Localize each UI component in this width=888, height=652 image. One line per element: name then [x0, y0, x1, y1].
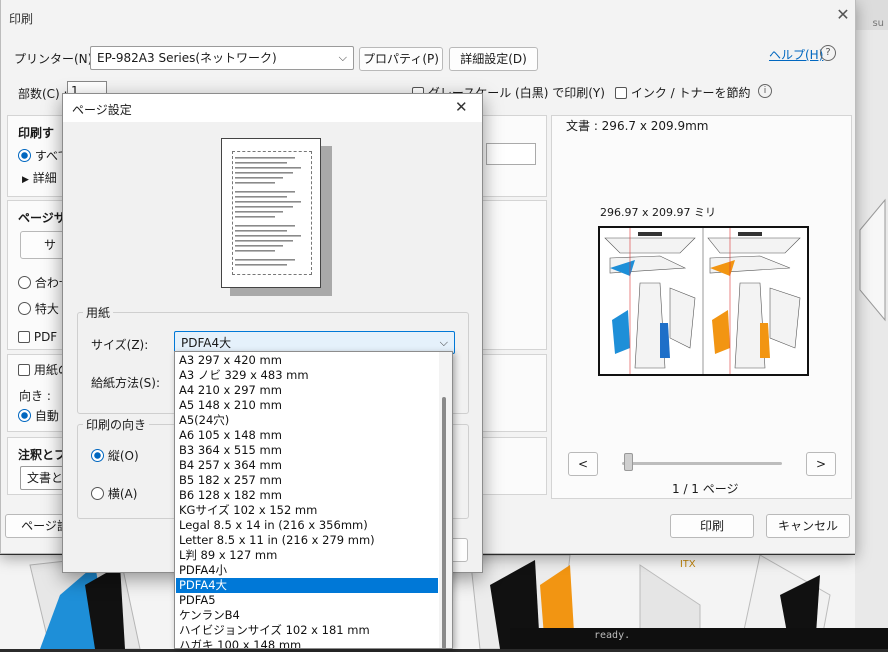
size-option[interactable]: KGサイズ 102 x 152 mm	[176, 503, 438, 518]
advanced-settings-button[interactable]: 詳細設定(D)	[449, 47, 538, 71]
size-option[interactable]: Letter 8.5 x 11 in (216 x 279 mm)	[176, 533, 438, 548]
print-button[interactable]: 印刷	[670, 514, 754, 538]
close-icon[interactable]: ✕	[455, 98, 468, 116]
printer-select[interactable]: EP-982A3 Series(ネットワーク) ⌵	[90, 46, 354, 70]
ink-save-label: インク / トナーを節約	[630, 86, 751, 100]
background-top-strip: su	[855, 0, 888, 30]
auto-label: 自動	[34, 409, 59, 423]
size-option[interactable]: A6 105 x 148 mm	[176, 428, 438, 443]
paper-checkbox[interactable]	[18, 364, 30, 376]
size-option[interactable]: B4 257 x 364 mm	[176, 458, 438, 473]
portrait-label: 縦(O)	[107, 449, 139, 463]
size-option[interactable]: A3 ノビ 329 x 483 mm	[176, 368, 438, 383]
auto-radio[interactable]	[18, 409, 31, 422]
landscape-option[interactable]: 横(A)	[91, 485, 137, 502]
dropdown-scrollbar-thumb[interactable]	[442, 397, 446, 648]
help-icon[interactable]: ?	[820, 45, 836, 61]
cancel-button[interactable]: キャンセル	[766, 514, 850, 538]
size-option[interactable]: A3 297 x 420 mm	[176, 353, 438, 368]
size-option[interactable]: L判 89 x 127 mm	[176, 548, 438, 563]
details-label: 詳細	[32, 171, 57, 185]
size-option[interactable]: PDFA4小	[176, 563, 438, 578]
copies-label: 部数(C) :	[18, 87, 68, 101]
size-label: サイズ(Z):	[91, 338, 149, 352]
print-preview	[598, 226, 809, 376]
ink-save-option[interactable]: インク / トナーを節約	[615, 84, 751, 101]
size-select-value: PDFA4大	[181, 336, 232, 350]
large-label: 特大	[34, 302, 59, 316]
page-count: 1 / 1 ページ	[672, 482, 739, 496]
close-icon[interactable]: ✕	[833, 5, 853, 25]
pdf-checkbox[interactable]	[18, 331, 30, 343]
size-option[interactable]: A4 210 x 297 mm	[176, 383, 438, 398]
size-option[interactable]: B5 182 x 257 mm	[176, 473, 438, 488]
large-radio[interactable]	[18, 302, 31, 315]
size-option[interactable]: B6 128 x 182 mm	[176, 488, 438, 503]
paper-preview-lines	[235, 157, 301, 266]
details-expander[interactable]: ▶ 詳細	[22, 169, 57, 186]
background-console: ready.	[510, 628, 888, 649]
document-size-label: 文書 : 296.7 x 209.9mm	[566, 119, 709, 133]
ink-save-checkbox[interactable]	[615, 87, 627, 99]
fit-radio[interactable]	[18, 276, 31, 289]
size-option[interactable]: B3 364 x 515 mm	[176, 443, 438, 458]
paper-source-label: 給紙方法(S):	[91, 376, 161, 390]
size-option[interactable]: ケンランB4	[176, 608, 438, 623]
size-option[interactable]: PDFA5	[176, 593, 438, 608]
print-range-title: 印刷す	[18, 126, 55, 140]
page-range-input[interactable]	[486, 143, 536, 165]
page-slider-track[interactable]	[622, 462, 782, 465]
page-setup-titlebar: ページ設定 ✕	[63, 94, 482, 122]
size-dropdown-list[interactable]: A3 297 x 420 mm A3 ノビ 329 x 483 mm A4 210 …	[174, 351, 453, 649]
size-option[interactable]: A5 148 x 210 mm	[176, 398, 438, 413]
landscape-radio[interactable]	[91, 487, 104, 500]
print-dialog-title: 印刷	[9, 12, 34, 26]
page-setup-title: ページ設定	[72, 103, 132, 117]
svg-text:ITX: ITX	[680, 559, 696, 570]
size-option[interactable]: PDFA4大	[176, 578, 438, 593]
size-option[interactable]: ハイビジョンサイズ 102 x 181 mm	[176, 623, 438, 638]
info-icon[interactable]: i	[758, 84, 772, 98]
page-slider-thumb[interactable]	[624, 453, 633, 471]
portrait-option[interactable]: 縦(O)	[91, 447, 139, 464]
orientation-label: 向き :	[19, 389, 51, 403]
next-page-button[interactable]: >	[806, 452, 836, 476]
chevron-down-icon: ⌵	[338, 51, 347, 64]
all-pages-radio[interactable]	[18, 149, 31, 162]
preview-panel: 文書 : 296.7 x 209.9mm 296.97 x 209.97 ミリ	[551, 115, 852, 499]
size-option[interactable]: ハガキ 100 x 148 mm	[176, 638, 438, 648]
large-option[interactable]: 特大	[18, 300, 59, 317]
landscape-label: 横(A)	[107, 487, 138, 501]
notes-title: 注釈とフ	[18, 448, 67, 462]
previous-page-button[interactable]: <	[568, 452, 598, 476]
background-edge-artwork	[859, 198, 886, 322]
page-size-title: ページサ	[18, 211, 66, 225]
dropdown-scrollbar[interactable]	[439, 352, 452, 648]
printer-label: プリンター(N) :	[14, 52, 101, 66]
paper-preview	[221, 138, 321, 288]
paper-preview-text	[235, 155, 309, 271]
background-right-strip	[855, 0, 888, 628]
size-option[interactable]: A5(24穴)	[176, 413, 438, 428]
help-link[interactable]: ヘルプ(H)	[769, 46, 823, 63]
auto-option[interactable]: 自動	[18, 407, 59, 424]
preview-artwork	[600, 228, 807, 374]
printer-select-value: EP-982A3 Series(ネットワーク)	[97, 51, 277, 65]
orientation-group-label: 印刷の向き	[83, 416, 150, 433]
triangle-right-icon: ▶	[22, 175, 29, 185]
portrait-radio[interactable]	[91, 449, 104, 462]
properties-button[interactable]: プロパティ(P)	[359, 47, 443, 71]
preview-size-label: 296.97 x 209.97 ミリ	[600, 206, 716, 219]
paper-group-label: 用紙	[83, 304, 114, 321]
size-option[interactable]: Legal 8.5 x 14 in (216 x 356mm)	[176, 518, 438, 533]
